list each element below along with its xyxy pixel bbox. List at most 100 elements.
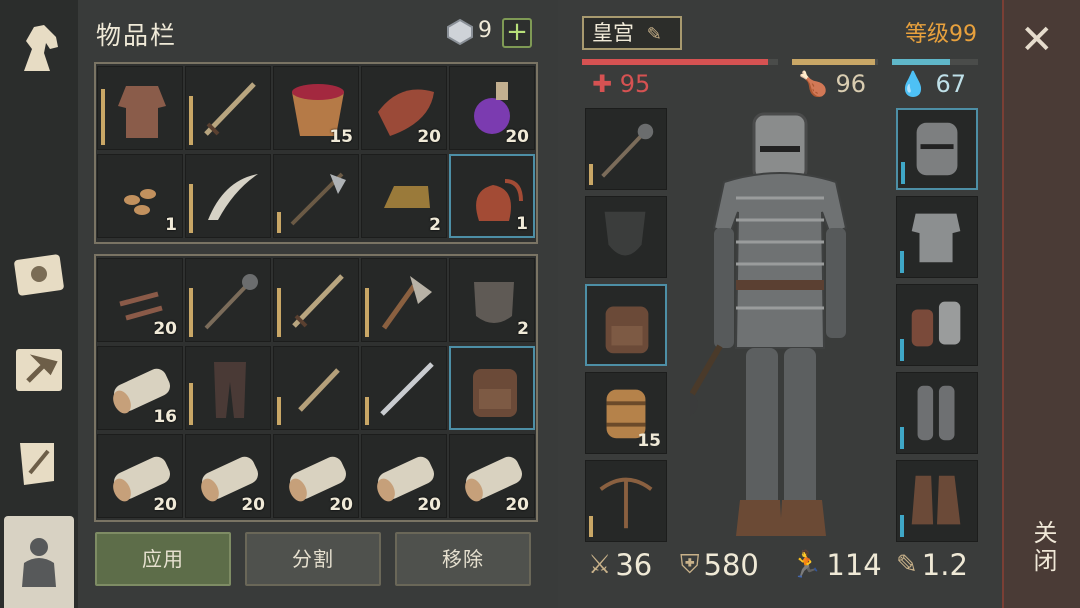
plate-gauntlets-icon	[911, 301, 961, 347]
weapon-slot[interactable]	[585, 108, 667, 190]
storage-slot[interactable]: 20	[273, 434, 359, 518]
inventory-slot[interactable]	[185, 154, 271, 238]
character-button[interactable]	[4, 516, 74, 608]
item-count: 20	[417, 127, 441, 147]
health-bar	[582, 59, 778, 65]
storage-slot[interactable]	[449, 346, 535, 430]
item-count: 2	[429, 215, 441, 235]
remove-button[interactable]: 移除	[395, 532, 531, 586]
weight-stat: ✎ 1.2	[896, 548, 968, 582]
storage-slot[interactable]	[361, 258, 447, 342]
health-value: 95	[619, 70, 651, 98]
journal-button[interactable]	[4, 236, 74, 316]
weapon-slot[interactable]: 15	[585, 372, 667, 454]
speed-value: 114	[826, 548, 882, 582]
split-button[interactable]: 分割	[245, 532, 381, 586]
durability-bar	[900, 339, 904, 361]
inventory-slot[interactable]: 2	[361, 154, 447, 238]
mace-icon	[204, 274, 258, 330]
horse-button[interactable]	[4, 8, 74, 88]
water-bar	[892, 59, 978, 65]
inventory-slot[interactable]	[273, 154, 359, 238]
armor-slot[interactable]	[896, 284, 978, 366]
inventory-slot[interactable]	[97, 66, 183, 150]
storage-slot[interactable]	[273, 258, 359, 342]
armor-slot[interactable]	[896, 196, 978, 278]
gem-icon	[447, 18, 473, 46]
title-text: 皇宫	[592, 21, 634, 45]
feather-weight-icon: ✎	[896, 550, 918, 580]
storage-slot[interactable]	[185, 258, 271, 342]
leather-pants-icon	[214, 362, 246, 418]
durability-bar	[901, 162, 905, 184]
storage-slot[interactable]	[185, 346, 271, 430]
item-count: 20	[505, 127, 529, 147]
durability-bar	[101, 89, 105, 145]
durability-bar	[277, 212, 281, 233]
weapon-slot[interactable]	[585, 460, 667, 542]
great-helm-icon	[916, 122, 958, 176]
inventory-slot[interactable]	[185, 66, 271, 150]
storage-slot[interactable]	[273, 346, 359, 430]
speed-stat: 🏃 114	[790, 548, 882, 582]
armor-value: 580	[703, 548, 759, 582]
running-icon: 🏃	[790, 550, 823, 580]
attack-value: 36	[615, 548, 653, 582]
chainmail-shirt-icon	[118, 86, 166, 138]
sword-icon: ⚔	[588, 550, 612, 580]
item-count: 15	[329, 127, 353, 147]
apply-button[interactable]: 应用	[95, 532, 231, 586]
add-currency-button[interactable]: +	[502, 18, 532, 48]
armor-slot[interactable]	[896, 108, 978, 190]
item-count: 20	[153, 319, 177, 339]
left-nav	[0, 0, 78, 608]
item-count: 20	[329, 495, 353, 515]
food-stat: 🍗 96	[798, 70, 866, 98]
storage-slot[interactable]: 16	[97, 346, 183, 430]
storage-slot[interactable]: 20	[449, 434, 535, 518]
storage-slot[interactable]	[361, 346, 447, 430]
long-sword-icon	[380, 362, 434, 416]
close-button-label[interactable]: 关闭	[1026, 520, 1061, 576]
inventory-slot[interactable]: 1	[449, 154, 535, 238]
storage-slot[interactable]: 20	[361, 434, 447, 518]
scroll-button[interactable]	[4, 424, 74, 504]
durability-bar	[900, 251, 904, 273]
attack-stat: ⚔ 36	[588, 548, 652, 582]
crafting-button[interactable]	[4, 330, 74, 410]
inventory-slot[interactable]: 15	[273, 66, 359, 150]
weapon-slot[interactable]	[585, 284, 667, 366]
inventory-slot[interactable]: 20	[449, 66, 535, 150]
item-count: 15	[637, 431, 661, 451]
storage-slot[interactable]: 2	[449, 258, 535, 342]
close-panel[interactable]	[1002, 0, 1080, 608]
scale-armor-icon	[911, 213, 961, 263]
backpack-icon	[605, 306, 649, 354]
inventory-slot[interactable]: 20	[361, 66, 447, 150]
item-count: 16	[153, 407, 177, 427]
food-icon: 🍗	[798, 70, 828, 98]
currency-count: 9	[478, 18, 492, 43]
armor-slot[interactable]	[896, 460, 978, 542]
durability-bar	[365, 288, 369, 337]
inventory-slot[interactable]: 1	[97, 154, 183, 238]
item-count: 1	[516, 214, 528, 234]
item-count: 20	[241, 495, 265, 515]
durability-bar	[900, 427, 904, 449]
close-icon[interactable]: ✕	[1020, 20, 1054, 60]
shield-icon: ⛨	[680, 549, 700, 580]
character-figure	[690, 112, 848, 536]
water-icon: 💧	[898, 70, 928, 98]
boots-icon	[911, 475, 961, 525]
health-icon: ✚	[592, 70, 613, 98]
storage-slot[interactable]: 20	[97, 434, 183, 518]
item-count: 20	[153, 495, 177, 515]
armor-slot[interactable]	[896, 372, 978, 454]
short-sword-icon	[298, 368, 340, 412]
title-badge[interactable]: 皇宫 ✎	[582, 16, 682, 50]
storage-slot[interactable]: 20	[97, 258, 183, 342]
food-value: 96	[835, 70, 867, 98]
axe-icon	[381, 276, 432, 330]
weapon-slot[interactable]	[585, 196, 667, 278]
storage-slot[interactable]: 20	[185, 434, 271, 518]
